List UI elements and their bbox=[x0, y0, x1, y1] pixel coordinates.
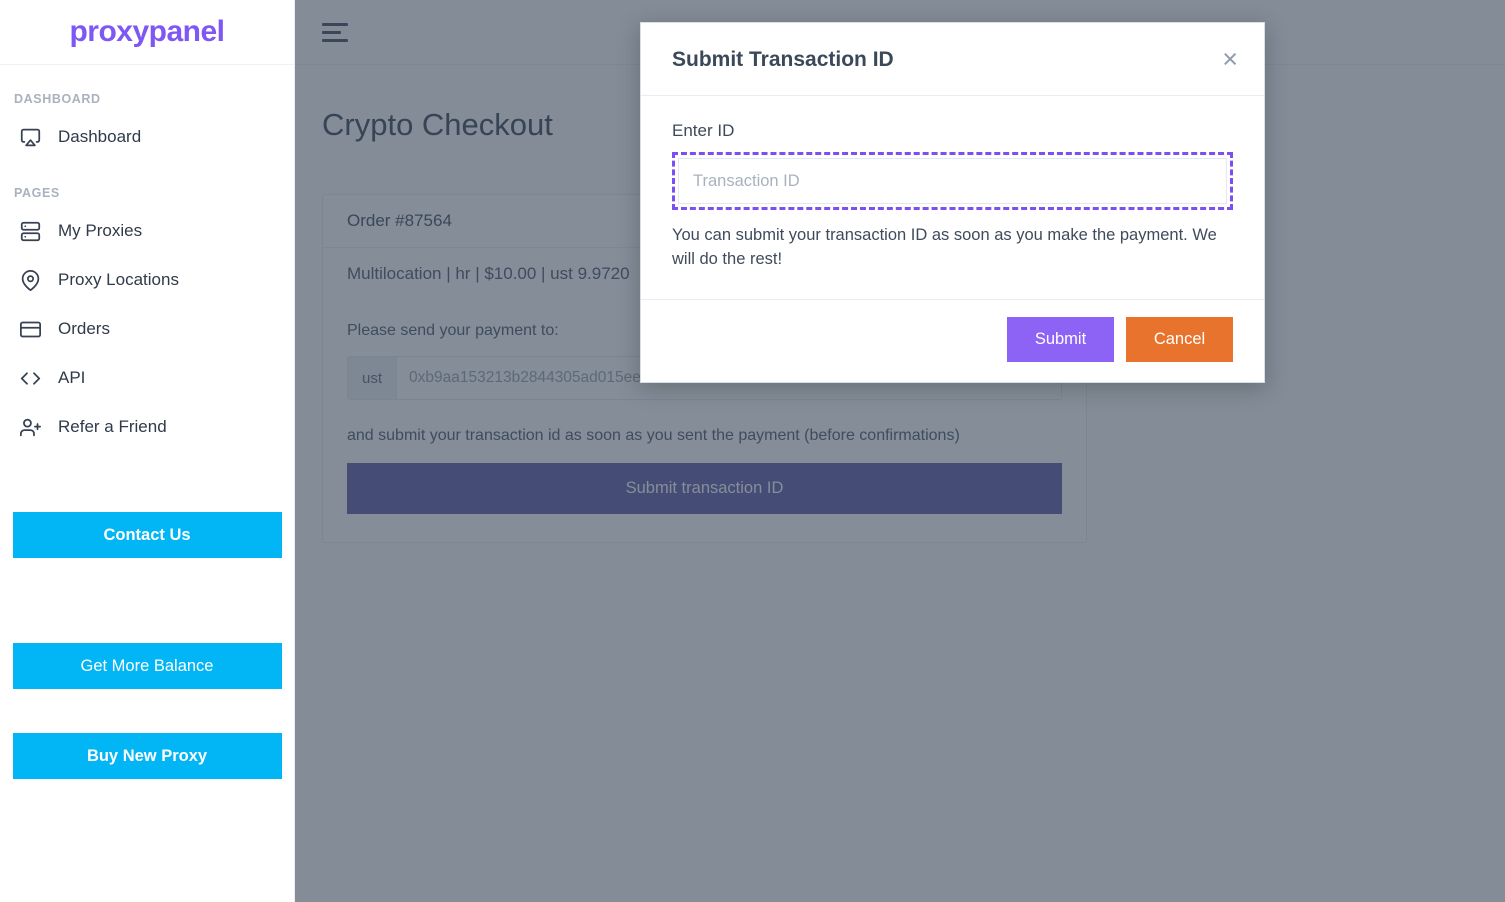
modal-header: Submit Transaction ID × bbox=[641, 23, 1264, 96]
sidebar-item-refer-a-friend[interactable]: Refer a Friend bbox=[0, 406, 294, 448]
map-pin-icon bbox=[18, 268, 42, 292]
brand-logo[interactable]: proxypanel bbox=[0, 0, 294, 65]
server-icon bbox=[18, 219, 42, 243]
submit-transaction-id-modal: Submit Transaction ID × Enter ID You can… bbox=[640, 22, 1265, 383]
code-icon bbox=[18, 366, 42, 390]
sidebar-item-dashboard-label: Dashboard bbox=[58, 127, 142, 146]
sidebar: proxypanel DASHBOARD Dashboard PAGES My … bbox=[0, 0, 295, 902]
sidebar-item-api[interactable]: API bbox=[0, 357, 294, 399]
airplay-icon bbox=[18, 125, 42, 149]
transaction-id-focus-ring bbox=[672, 152, 1233, 210]
transaction-id-label: Enter ID bbox=[672, 121, 735, 140]
contact-us-button[interactable]: Contact Us bbox=[12, 512, 282, 558]
buy-new-proxy-button[interactable]: Buy New Proxy bbox=[12, 733, 282, 779]
sidebar-item-api-label: API bbox=[58, 368, 86, 387]
credit-card-icon bbox=[18, 317, 42, 341]
sidebar-item-proxy-locations[interactable]: Proxy Locations bbox=[0, 259, 294, 301]
app-root: proxypanel DASHBOARD Dashboard PAGES My … bbox=[0, 0, 1505, 902]
sidebar-item-dashboard[interactable]: Dashboard bbox=[0, 116, 294, 158]
modal-cancel-button[interactable]: Cancel bbox=[1126, 316, 1233, 362]
sidebar-item-proxy-locations-label: Proxy Locations bbox=[58, 270, 179, 289]
transaction-id-input[interactable] bbox=[678, 158, 1227, 204]
sidebar-section-dashboard-label: DASHBOARD bbox=[14, 92, 101, 106]
get-more-balance-button[interactable]: Get More Balance bbox=[12, 643, 282, 689]
sidebar-item-orders-label: Orders bbox=[58, 319, 110, 338]
user-plus-icon bbox=[18, 415, 42, 439]
modal-helper-text: You can submit your transaction ID as so… bbox=[672, 226, 1217, 269]
sidebar-item-my-proxies[interactable]: My Proxies bbox=[0, 210, 294, 252]
modal-footer: Submit Cancel bbox=[641, 298, 1264, 382]
modal-title: Submit Transaction ID bbox=[672, 47, 894, 71]
sidebar-section-pages-label: PAGES bbox=[14, 186, 60, 200]
close-icon[interactable]: × bbox=[1222, 46, 1238, 73]
modal-submit-button[interactable]: Submit bbox=[1007, 316, 1114, 362]
sidebar-item-refer-a-friend-label: Refer a Friend bbox=[58, 417, 167, 436]
brand-name: proxypanel bbox=[69, 15, 225, 48]
sidebar-item-my-proxies-label: My Proxies bbox=[58, 221, 143, 240]
modal-body: Enter ID You can submit your transaction… bbox=[641, 96, 1264, 299]
sidebar-item-orders[interactable]: Orders bbox=[0, 308, 294, 350]
